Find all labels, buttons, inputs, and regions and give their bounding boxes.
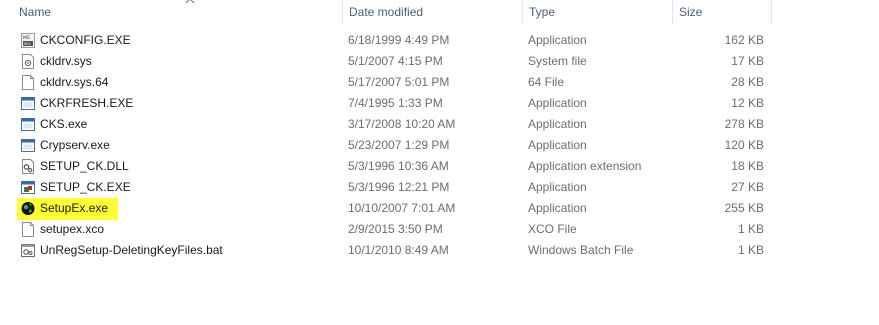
file-explorer-details-view: Name Date modified Type Size MS AFX CKCO… [0,0,879,325]
file-row[interactable]: MS AFX CKCONFIG.EXE 6/18/1999 4:49 PM Ap… [0,30,879,51]
file-name-cell: MS AFX CKCONFIG.EXE [18,30,338,51]
file-type: Application [528,180,587,194]
column-header-name[interactable]: Name [13,0,341,24]
file-name: SETUP_CK.DLL [40,159,129,173]
blank-file-icon [22,222,34,237]
file-size: 28 KB [731,75,764,89]
file-size: 120 KB [724,138,764,152]
file-name-cell: UnRegSetup-DeletingKeyFiles.bat [18,240,338,261]
column-header-bar: Name Date modified Type Size [0,0,879,24]
file-size: 18 KB [731,159,764,173]
file-name: ckldrv.sys.64 [40,75,109,89]
config-exe-icon: MS AFX [21,33,35,48]
file-list: MS AFX CKCONFIG.EXE 6/18/1999 4:49 PM Ap… [0,30,879,261]
column-header-type[interactable]: Type [522,0,672,24]
svg-text:MS: MS [23,35,30,41]
file-row[interactable]: setupex.xco 2/9/2015 3:50 PM XCO File 1 … [0,219,879,240]
file-date: 5/17/2007 5:01 PM [348,75,450,89]
batch-file-icon [21,244,35,257]
file-row[interactable]: ckldrv.sys.64 5/17/2007 5:01 PM 64 File … [0,72,879,93]
file-date: 5/3/1996 12:21 PM [348,180,450,194]
file-name: Crypserv.exe [40,138,110,152]
file-date: 7/4/1995 1:33 PM [348,96,443,110]
file-row[interactable]: UnRegSetup-DeletingKeyFiles.bat 10/1/201… [0,240,879,261]
column-header-date-label: Date modified [349,5,424,19]
file-name-cell: ckldrv.sys [18,51,338,72]
column-header-type-label: Type [529,5,556,19]
file-date: 10/1/2010 8:49 AM [348,243,449,257]
column-header-size[interactable]: Size [672,0,772,24]
application-icon [21,139,35,152]
file-row[interactable]: SETUP_CK.DLL 5/3/1996 10:36 AM Applicati… [0,156,879,177]
file-size: 278 KB [724,117,764,131]
file-type: Application [528,96,587,110]
file-type: Application [528,33,587,47]
file-row[interactable]: ckldrv.sys 5/1/2007 4:15 PM System file … [0,51,879,72]
svg-text:AFX: AFX [24,42,32,46]
file-size: 12 KB [731,96,764,110]
file-type: XCO File [528,222,577,236]
column-header-size-label: Size [679,5,703,19]
file-date: 5/23/2007 1:29 PM [348,138,450,152]
file-name-cell: CKS.exe [18,114,338,135]
file-date: 6/18/1999 4:49 PM [348,33,450,47]
file-name: setupex.xco [40,222,105,236]
file-type: Application [528,201,587,215]
file-name-cell: SETUP_CK.DLL [18,156,338,177]
file-type: Application extension [528,159,642,173]
sort-chevron-up-icon [185,0,195,4]
file-name: ckldrv.sys [40,54,92,68]
file-name-cell: ckldrv.sys.64 [18,72,338,93]
file-type: Windows Batch File [528,243,634,257]
column-header-date-modified[interactable]: Date modified [342,0,522,24]
file-size: 1 KB [737,222,764,236]
file-type: Application [528,117,587,131]
blank-file-icon [22,75,34,90]
file-name-cell: CKRFRESH.EXE [18,93,338,114]
globe-setup-icon [21,202,35,215]
file-name-cell: SETUP_CK.EXE [18,177,338,198]
file-name: SETUP_CK.EXE [40,180,131,194]
dll-gear-icon [22,159,34,174]
file-row[interactable]: CKRFRESH.EXE 7/4/1995 1:33 PM Applicatio… [0,93,879,114]
file-name: SetupEx.exe [40,201,109,215]
file-date: 10/10/2007 7:01 AM [348,201,456,215]
file-row[interactable]: SETUP_CK.EXE 5/3/1996 12:21 PM Applicati… [0,177,879,198]
file-type: Application [528,138,587,152]
column-header-name-label: Name [19,5,52,19]
file-size: 162 KB [724,33,764,47]
file-name: CKCONFIG.EXE [40,33,131,47]
file-size: 17 KB [731,54,764,68]
file-name: CKRFRESH.EXE [40,96,134,110]
file-name: CKS.exe [40,117,88,131]
file-name-cell: SetupEx.exe [18,198,338,219]
file-type: 64 File [528,75,565,89]
setup-exe-icon [21,181,35,194]
file-date: 5/3/1996 10:36 AM [348,159,449,173]
file-name-cell: Crypserv.exe [18,135,338,156]
application-icon [21,97,35,110]
file-size: 27 KB [731,180,764,194]
file-row-highlighted[interactable]: SetupEx.exe 10/10/2007 7:01 AM Applicati… [0,198,879,220]
file-date: 5/1/2007 4:15 PM [348,54,443,68]
system-file-icon [22,54,34,69]
file-size: 255 KB [724,201,764,215]
file-date: 3/17/2008 10:20 AM [348,117,456,131]
file-name-cell: setupex.xco [18,219,338,240]
application-icon [21,118,35,131]
file-name: UnRegSetup-DeletingKeyFiles.bat [40,243,223,257]
file-date: 2/9/2015 3:50 PM [348,222,443,236]
file-row[interactable]: CKS.exe 3/17/2008 10:20 AM Application 2… [0,114,879,135]
file-size: 1 KB [737,243,764,257]
file-row[interactable]: Crypserv.exe 5/23/2007 1:29 PM Applicati… [0,135,879,156]
file-type: System file [528,54,587,68]
